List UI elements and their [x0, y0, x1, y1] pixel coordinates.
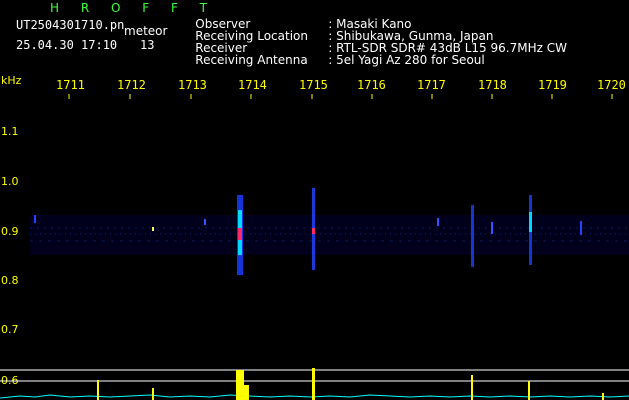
echo-small-a	[34, 215, 36, 223]
spectrogram-plot	[0, 94, 629, 400]
peak-1718	[471, 375, 473, 400]
peak-small-b	[152, 388, 154, 400]
echo-small-b	[152, 227, 154, 231]
echo-1718	[471, 205, 474, 267]
peak-small-d	[602, 393, 604, 400]
echo-small-c	[204, 219, 206, 225]
signal-trace	[0, 368, 629, 400]
echo-small-f	[580, 221, 582, 235]
peak-1715	[312, 368, 315, 400]
echo-1715-hot	[312, 228, 315, 234]
echo-1714-hot	[238, 228, 242, 240]
peak-1714	[236, 370, 244, 400]
peak-small-c	[528, 381, 530, 400]
echo-small-e	[491, 222, 493, 234]
noise-band	[30, 215, 629, 255]
peak-1714-side	[244, 385, 249, 400]
time-tick-marks	[68, 94, 613, 99]
peak-small-a	[97, 380, 99, 400]
echo-small-d	[437, 218, 439, 226]
echo-1719-core	[529, 212, 532, 232]
